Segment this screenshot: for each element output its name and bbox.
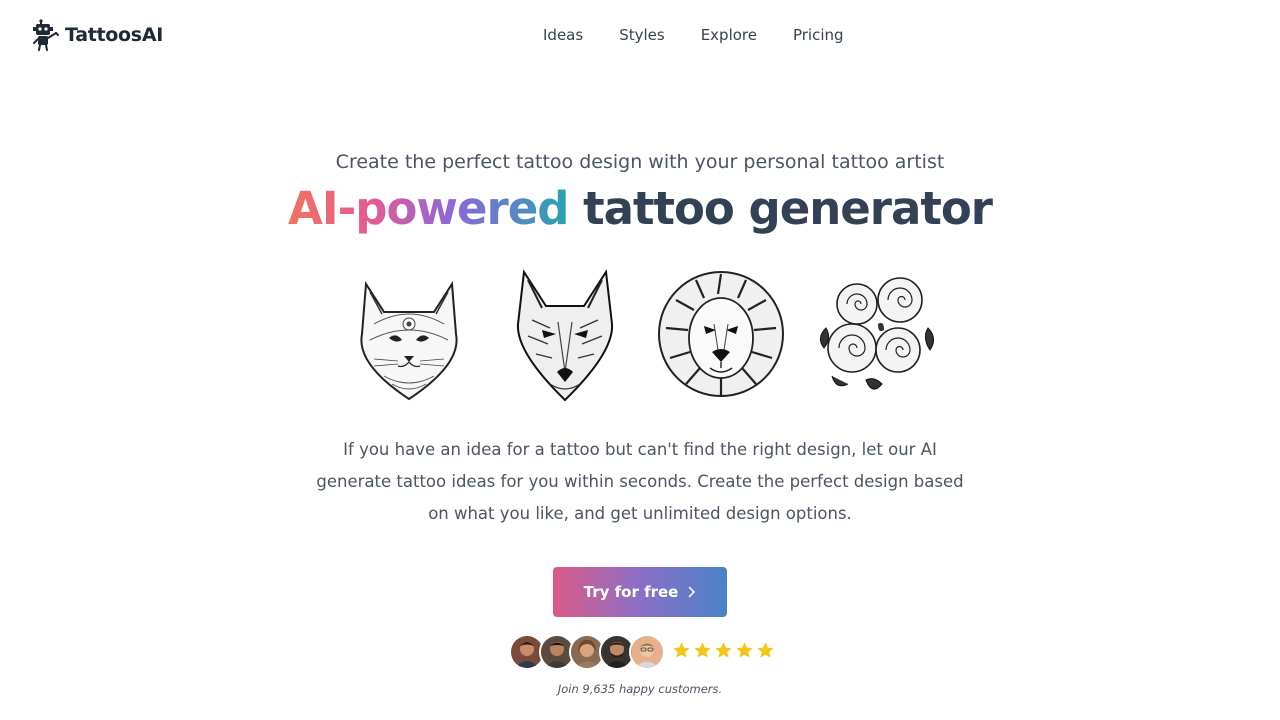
rating-stars: [672, 641, 775, 660]
hero-title-rest: tattoo generator: [568, 182, 993, 235]
cat-tattoo-image: [360, 280, 458, 401]
hero-subtitle: Create the perfect tattoo design with yo…: [335, 151, 945, 173]
nav-explore[interactable]: Explore: [701, 26, 757, 44]
cta-label: Try for free: [583, 583, 679, 601]
star-icon: [715, 642, 732, 658]
hero-title-highlight: AI-powered: [288, 182, 569, 235]
roses-tattoo-image: [820, 277, 934, 390]
hero-title: AI-powered tattoo generator: [0, 182, 1280, 235]
star-icon: [694, 642, 711, 658]
nav-ideas[interactable]: Ideas: [543, 26, 583, 44]
nav-styles[interactable]: Styles: [619, 26, 665, 44]
tattoo-gallery: [344, 264, 942, 404]
customer-count-caption: Join 9,635 happy customers.: [557, 682, 723, 696]
customer-avatars: [509, 634, 665, 670]
robot-icon: [33, 19, 59, 51]
hero-description: If you have an idea for a tattoo but can…: [316, 440, 964, 523]
star-icon: [736, 642, 753, 658]
nav-pricing[interactable]: Pricing: [793, 26, 844, 44]
site-header: TattoosAI Ideas Styles Explore Pricing: [0, 0, 1280, 72]
try-for-free-button[interactable]: Try for free: [553, 567, 727, 617]
logo-text: TattoosAI: [65, 24, 163, 46]
main-nav: Ideas Styles Explore Pricing: [543, 26, 844, 44]
avatar: [629, 634, 665, 670]
star-icon: [673, 642, 690, 658]
lion-tattoo-image: [658, 271, 784, 397]
chevron-right-icon: [689, 586, 696, 598]
logo[interactable]: TattoosAI: [31, 19, 163, 51]
wolf-tattoo-image: [516, 269, 614, 402]
star-icon: [757, 642, 774, 658]
